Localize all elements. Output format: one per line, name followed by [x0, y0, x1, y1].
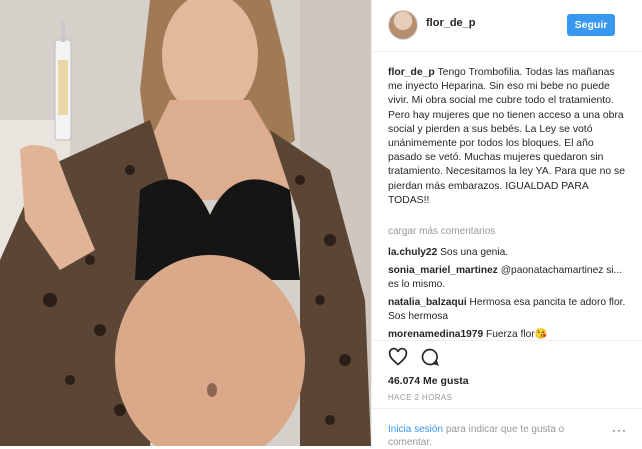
load-more-comments-link[interactable]: cargar más comentarios — [388, 226, 495, 237]
more-options-icon[interactable]: ··· — [612, 423, 627, 437]
login-prompt: Inicia sesión para indicar que te gusta … — [388, 423, 588, 449]
comment-item: natalia_balzaqui Hermosa esa pancita te … — [388, 296, 628, 324]
comment-username[interactable]: sonia_mariel_martinez — [388, 265, 498, 276]
post-caption: flor_de_p Tengo Trombofilia. Todas las m… — [388, 66, 628, 208]
comment-username[interactable]: la.chuly22 — [388, 247, 437, 258]
post-photo-illustration — [0, 0, 371, 446]
comment-username[interactable]: morenamedina1979 — [388, 329, 483, 340]
comment-item: morenamedina1979 Fuerza flor😘 — [388, 328, 628, 340]
caption-username[interactable]: flor_de_p — [388, 67, 435, 78]
post-details-panel: flor_de_p Seguir flor_de_p Tengo Trombof… — [371, 0, 642, 449]
comment-username[interactable]: natalia_balzaqui — [388, 297, 467, 308]
comments-section: flor_de_p Tengo Trombofilia. Todas las m… — [372, 0, 642, 340]
heart-outline-icon[interactable] — [388, 347, 408, 367]
comment-bubble-icon[interactable] — [420, 347, 440, 367]
caption-text: Tengo Trombofilia. Todas las mañanas me … — [388, 67, 625, 206]
action-bar — [388, 347, 448, 367]
comment-item: la.chuly22 Sos una genia. — [388, 246, 628, 260]
post-photo[interactable] — [0, 0, 371, 446]
login-link[interactable]: Inicia sesión — [388, 424, 443, 435]
comment-text: Fuerza flor😘 — [485, 329, 548, 340]
divider — [372, 340, 642, 341]
comment-item: sonia_mariel_martinez @paonatachamartine… — [388, 264, 628, 292]
likes-count[interactable]: 46.074 Me gusta — [388, 375, 469, 387]
comment-text: Sos una genia. — [440, 247, 509, 258]
post-footer: Inicia sesión para indicar que te gusta … — [372, 408, 642, 449]
post-timestamp: HACE 2 HORAS — [388, 393, 453, 402]
